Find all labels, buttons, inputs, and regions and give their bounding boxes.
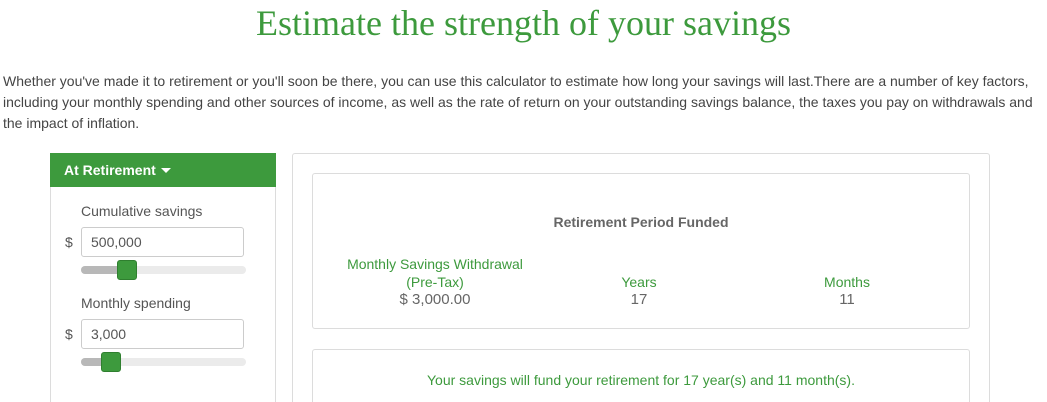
withdrawal-value: $ 3,000.00 [399, 291, 471, 308]
withdrawal-column: Monthly Savings Withdrawal (Pre-Tax) $ 3… [335, 255, 535, 309]
months-column: Months 11 [797, 273, 897, 309]
spending-slider-handle[interactable] [101, 352, 121, 372]
withdrawal-head-line2: (Pre-Tax) [406, 274, 464, 290]
spending-input[interactable] [81, 319, 244, 349]
spending-currency: $ [65, 326, 73, 342]
results-title: Retirement Period Funded [553, 214, 729, 230]
years-column: Years 17 [589, 273, 689, 309]
caret-down-icon [160, 168, 171, 173]
savings-slider-handle[interactable] [117, 260, 137, 280]
years-head: Years [621, 274, 657, 290]
savings-label: Cumulative savings [81, 203, 203, 219]
months-head: Months [824, 274, 870, 290]
summary-text: Your savings will fund your retirement f… [427, 372, 855, 388]
at-retirement-toggle[interactable]: At Retirement [50, 153, 276, 187]
summary-card: Your savings will fund your retirement f… [312, 349, 970, 402]
at-retirement-label: At Retirement [64, 162, 156, 178]
savings-input[interactable] [81, 227, 244, 257]
spending-label: Monthly spending [81, 295, 191, 311]
savings-slider[interactable] [81, 260, 246, 280]
page-title: Estimate the strength of your savings [256, 3, 791, 43]
results-card: Retirement Period Funded Monthly Savings… [312, 173, 970, 329]
savings-currency: $ [65, 234, 73, 250]
spending-slider[interactable] [81, 352, 246, 372]
years-value: 17 [630, 291, 648, 308]
withdrawal-head-line1: Monthly Savings Withdrawal [347, 256, 523, 272]
intro-paragraph: Whether you've made it to retirement or … [3, 73, 1033, 131]
months-value: 11 [839, 291, 855, 308]
